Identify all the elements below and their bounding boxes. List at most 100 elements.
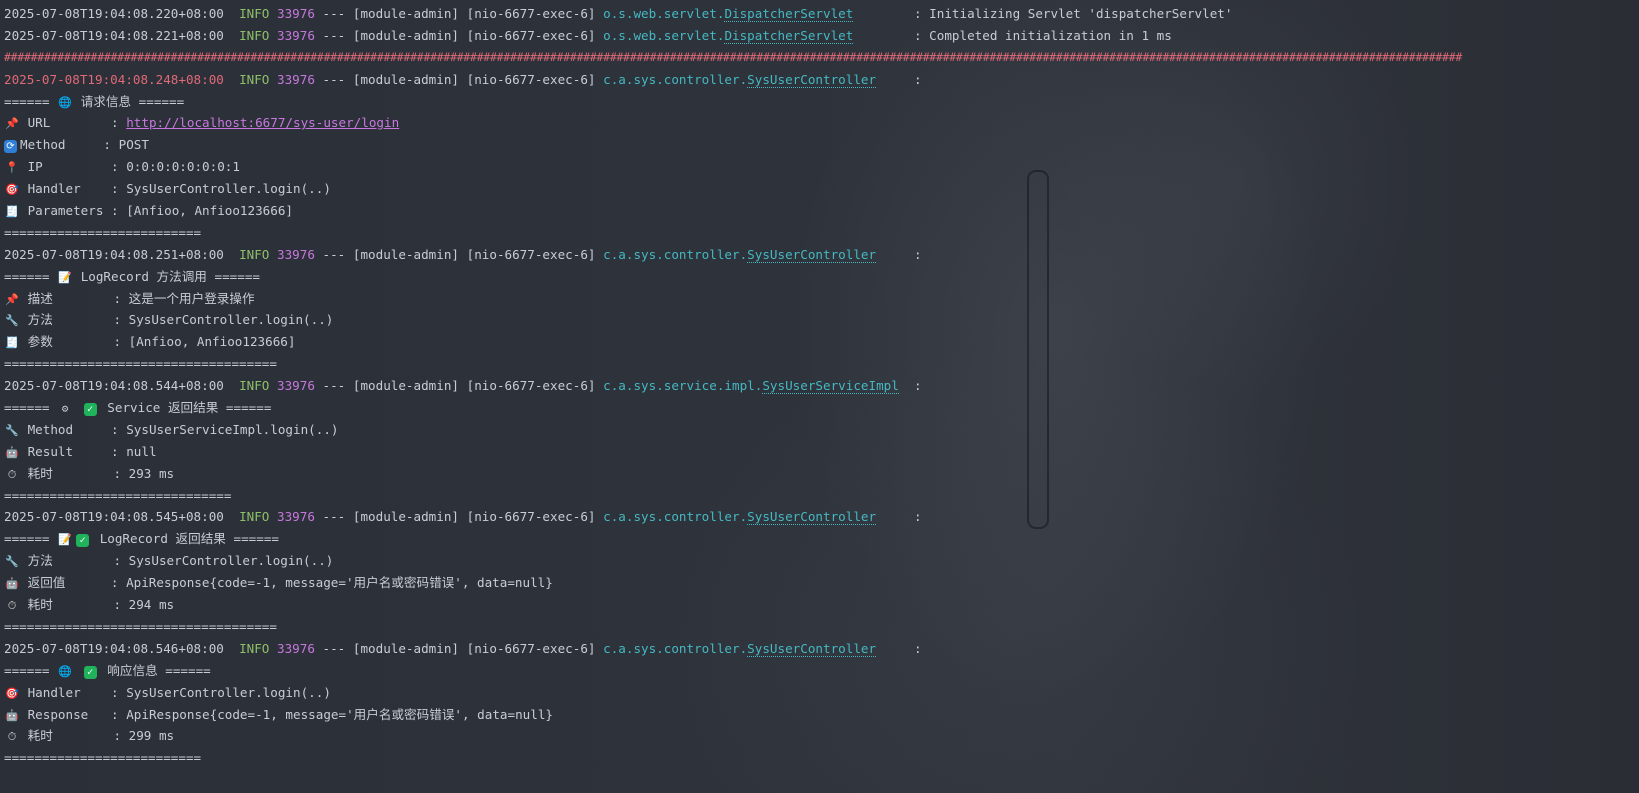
log-level: INFO [239,509,270,525]
logger-class-link[interactable]: SysUserController [747,246,877,263]
field-key: 方法 [27,312,53,328]
check-icon: ✓ [76,534,90,548]
field-value: 299 ms [128,728,175,744]
field-key: Method [27,421,74,437]
field-row-desc: 📌 描述 : 这是一个用户登录操作 [0,288,1639,310]
logger-class-link[interactable]: SysUserController [747,71,877,88]
memo-icon: 📝 [58,533,72,547]
console-output[interactable]: 2025-07-08T19:04:08.220+08:00 INFO 33976… [0,0,1639,769]
field-row-result: 🤖 Result : null [0,441,1639,463]
block-title: ====== 📝 LogRecord 方法调用 ====== [0,266,1639,288]
module-name: [module-admin] [352,640,460,656]
log-line-header: 2025-07-08T19:04:08.220+08:00 INFO 33976… [4,6,1233,22]
field-row-time: ⏱ 耗时 : 299 ms [0,725,1639,747]
field-value: SysUserController.login(..) [126,684,331,700]
block-title: ====== 🌐 请求信息 ====== [0,91,1639,113]
block-title-text: 响应信息 [107,662,158,678]
field-row-response: 🤖 Response : ApiResponse{code=-1, messag… [0,704,1639,726]
target-icon: 🎯 [5,183,19,197]
field-key: 耗时 [27,597,53,613]
module-name: [module-admin] [352,71,460,87]
field-key: Method [20,137,66,153]
robot-icon: 🤖 [5,708,19,722]
block-title-text: 请求信息 [80,93,132,109]
log-line-header: 2025-07-08T19:04:08.221+08:00 INFO 33976… [4,27,1172,44]
logger-package: c.a.sys.service.impl. [603,378,763,394]
module-name: [module-admin] [352,378,460,394]
colon: : [914,640,922,656]
log-level: INFO [239,6,270,21]
field-separator: : [111,159,119,175]
field-separator: : [113,597,122,613]
stopwatch-icon: ⏱ [7,467,17,481]
field-value: 293 ms [128,465,175,481]
wrench-icon: 🔧 [5,423,19,437]
title-rule: ====== [138,93,185,109]
module-name: [module-admin] [352,246,460,262]
colon: : [914,509,922,525]
field-key: 方法 [27,553,53,569]
timestamp: 2025-07-08T19:04:08.545+08:00 [4,509,224,525]
field-separator: : [103,137,112,153]
title-rule: ====== [165,662,211,678]
logger-package: o.s.web.servlet. [603,6,725,21]
block-rule: ==================================== [4,356,277,372]
timestamp: 2025-07-08T19:04:08.220+08:00 [4,6,224,21]
separator: --- [322,71,346,87]
check-icon: ✓ [83,403,97,417]
field-value: null [126,443,157,459]
log-line-entry: 2025-07-08T19:04:08.545+08:00 INFO 33976… [0,506,1639,528]
field-key: IP [27,159,43,175]
field-separator: : [110,575,119,591]
field-row-params: 🧾 Parameters : [Anfioo, Anfioo123666] [0,200,1639,222]
log-level: INFO [239,246,270,262]
logger-package: c.a.sys.controller. [603,71,748,87]
log-message: Initializing Servlet 'dispatcherServlet' [929,6,1233,21]
location-icon: 📍 [5,161,19,175]
logger-class-link[interactable]: DispatcherServlet [724,6,854,22]
thread-name: [nio-6677-exec-6] [466,640,596,656]
thread-name: [nio-6677-exec-6] [466,6,596,21]
field-separator: : [111,443,119,459]
field-row-params: 🧾 参数 : [Anfioo, Anfioo123666] [0,331,1639,353]
timestamp: 2025-07-08T19:04:08.248+08:00 [4,71,224,87]
logger-class-link[interactable]: SysUserController [747,509,877,526]
field-value: SysUserController.login(..) [128,553,334,569]
process-id: 33976 [277,6,315,21]
timestamp: 2025-07-08T19:04:08.546+08:00 [4,640,224,656]
field-separator: : [113,553,122,569]
field-row-handler: 🎯 Handler : SysUserController.login(..) [0,178,1639,200]
field-separator: : [113,312,122,328]
block-rule: ========================== [4,224,202,240]
globe-icon: 🌐 [58,664,72,678]
field-row-method: 🔧 方法 : SysUserController.login(..) [0,309,1639,331]
logger-class-link[interactable]: DispatcherServlet [724,27,854,44]
block-title-text: Service 返回结果 [107,400,219,416]
field-value: ApiResponse{code=-1, message='用户名或密码错误',… [126,706,553,722]
colon: : [914,71,922,87]
block-rule: ==================================== [4,618,277,634]
field-separator: : [111,684,119,700]
target-icon: 🎯 [5,686,19,700]
logger-class-link[interactable]: SysUserServiceImpl [762,378,899,395]
refresh-icon: ⟳ [4,140,17,154]
log-message: Completed initialization in 1 ms [929,27,1172,43]
log-line-entry: 2025-07-08T19:04:08.546+08:00 INFO 33976… [0,638,1639,660]
field-value: SysUserServiceImpl.login(..) [126,421,339,437]
field-value: 294 ms [128,597,175,613]
robot-icon: 🤖 [5,445,19,459]
field-row-url: 📌 URL : http://localhost:6677/sys-user/l… [0,112,1639,134]
field-key: Parameters [27,203,104,219]
log-line-entry: 2025-07-08T19:04:08.544+08:00 INFO 33976… [0,375,1639,397]
field-row-ip: 📍 IP : 0:0:0:0:0:0:0:1 [0,156,1639,178]
title-rule: ====== [4,531,50,547]
url-link[interactable]: http://localhost:6677/sys-user/login [126,115,399,130]
check-icon: ✓ [83,665,97,679]
separator: --- [322,509,346,525]
thread-name: [nio-6677-exec-6] [466,27,596,43]
field-key: Response [27,706,89,722]
block-rule: ========================== [4,750,202,766]
process-id: 33976 [277,378,315,394]
logger-class-link[interactable]: SysUserController [747,640,877,657]
wrench-icon: 🔧 [5,555,19,569]
